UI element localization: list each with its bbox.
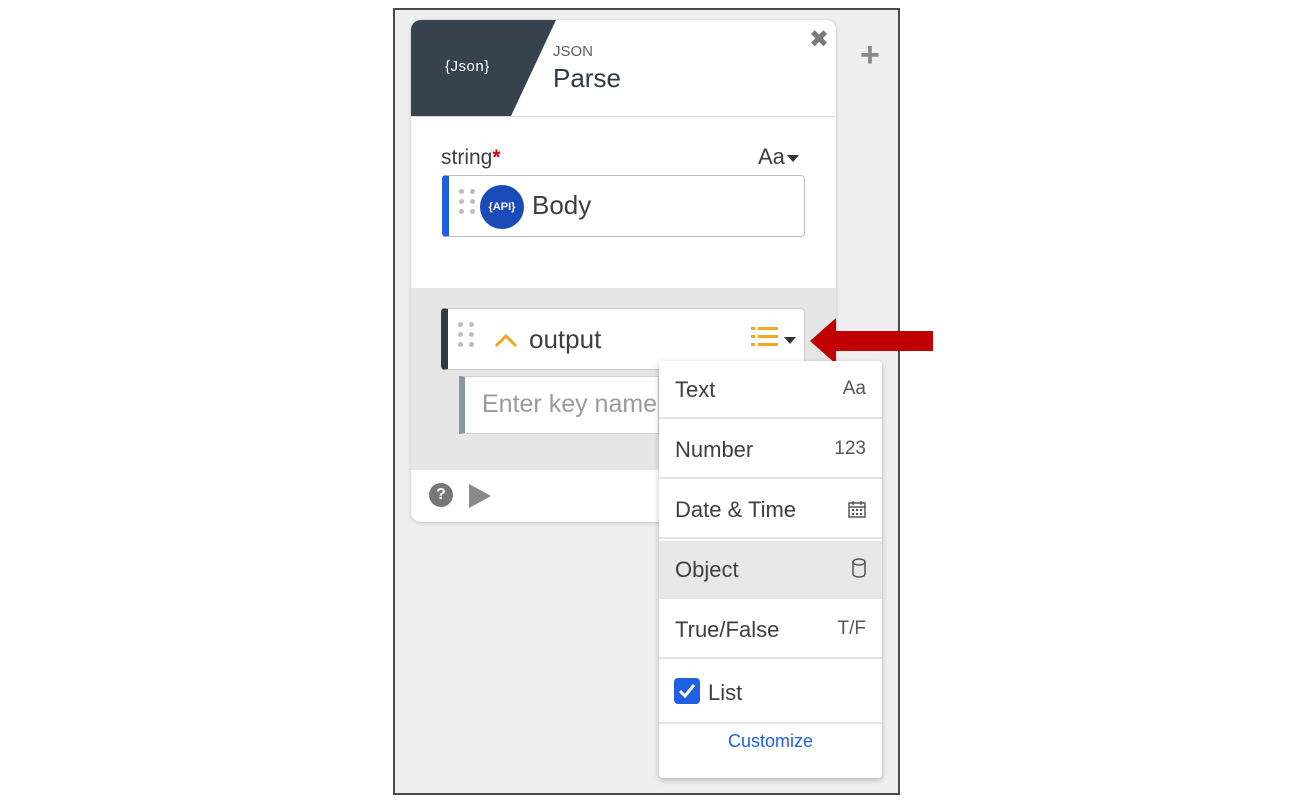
calendar-icon xyxy=(848,501,866,518)
checkmark-icon xyxy=(678,684,696,699)
menu-item-label: True/False xyxy=(675,617,780,642)
object-cylinder-icon xyxy=(852,558,866,578)
string-type-dropdown[interactable]: Aa xyxy=(758,144,799,170)
key-name-input-wrapper xyxy=(459,376,672,434)
drag-handle-icon[interactable] xyxy=(458,322,476,347)
card-header: {Json} JSON Parse ✖ xyxy=(411,20,836,117)
menu-item-label: Date & Time xyxy=(675,497,797,522)
card-category: JSON xyxy=(553,43,594,60)
key-name-input[interactable] xyxy=(465,377,672,431)
menu-item-true-false[interactable]: True/False T/F xyxy=(659,601,882,659)
list-icon[interactable] xyxy=(751,325,779,349)
card-title: Parse xyxy=(553,63,621,93)
menu-item-label: Object xyxy=(675,557,739,582)
boolean-type-icon: T/F xyxy=(837,618,867,639)
drag-handle-icon[interactable] xyxy=(459,189,477,214)
body-value: Body xyxy=(532,190,592,220)
number-type-icon: 123 xyxy=(834,438,866,459)
menu-item-number[interactable]: Number 123 xyxy=(659,421,882,479)
string-field-label: string* xyxy=(441,146,501,170)
list-toggle[interactable]: List xyxy=(659,662,882,724)
add-plus-icon[interactable]: + xyxy=(860,38,880,72)
string-label-text: string xyxy=(441,146,493,169)
caret-down-icon xyxy=(786,154,799,162)
type-label: Aa xyxy=(758,144,785,169)
menu-item-label: Text xyxy=(675,377,716,402)
red-arrow-annotation xyxy=(810,318,933,364)
menu-item-label: Number xyxy=(675,437,754,462)
json-logo-icon: {Json} xyxy=(445,58,490,75)
menu-item-object[interactable]: Object xyxy=(659,541,882,599)
output-name: output xyxy=(529,324,602,354)
play-icon[interactable] xyxy=(469,484,491,508)
list-label: List xyxy=(708,680,743,705)
api-icon: {API} xyxy=(480,185,524,229)
menu-item-date-time[interactable]: Date & Time xyxy=(659,481,882,539)
menu-item-text[interactable]: Text Aa xyxy=(659,361,882,419)
body-input-field[interactable]: {API} Body xyxy=(442,175,805,237)
close-icon[interactable]: ✖ xyxy=(809,28,829,52)
list-checkbox[interactable] xyxy=(674,678,700,704)
required-marker: * xyxy=(492,146,501,169)
type-dropdown-menu: Text Aa Number 123 Date & Time Object Tr… xyxy=(659,361,882,778)
customize-link[interactable]: Customize xyxy=(659,731,882,752)
help-icon[interactable]: ? xyxy=(429,483,453,507)
caret-down-icon[interactable] xyxy=(784,337,796,344)
chevron-up-icon[interactable] xyxy=(494,331,518,349)
text-type-icon: Aa xyxy=(842,378,866,399)
